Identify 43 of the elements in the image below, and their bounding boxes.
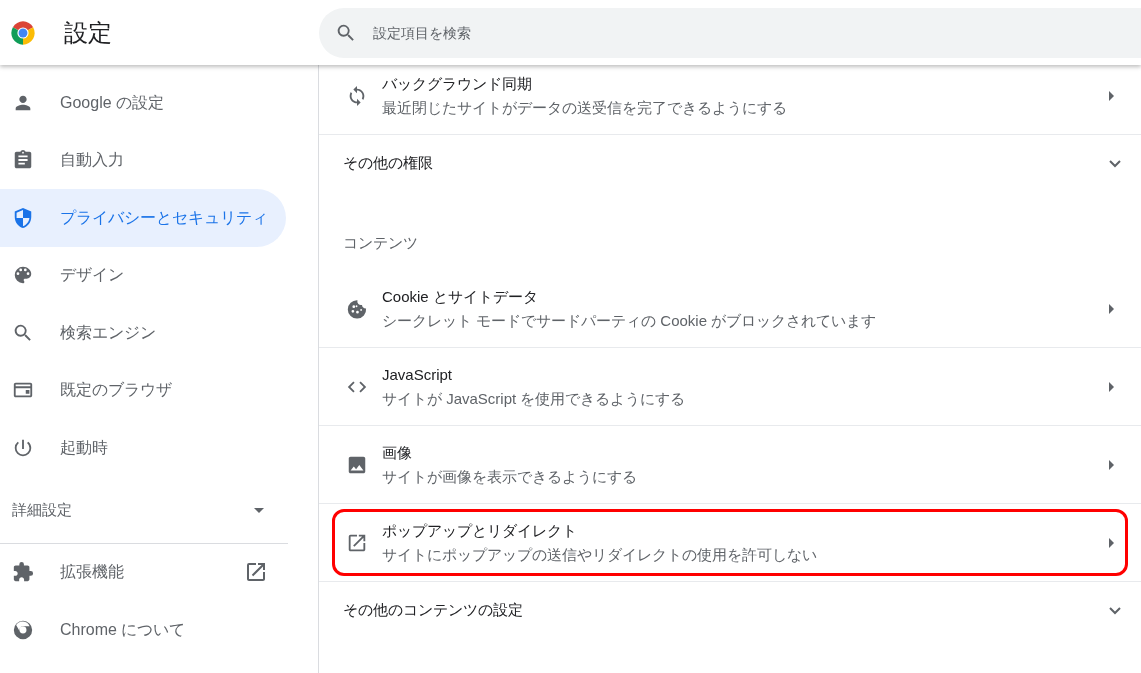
settings-row[interactable]: Cookie とサイトデータ シークレット モードでサードパーティの Cookie がブロックされています: [332, 275, 1128, 342]
chevron-right-icon: [1109, 537, 1115, 548]
caret-icon: [254, 508, 264, 513]
sidebar-item[interactable]: プライバシーとセキュリティ: [0, 189, 286, 247]
row-description: サイトにポップアップの送信やリダイレクトの使用を許可しない: [382, 544, 818, 565]
settings-row[interactable]: ポップアップとリダイレクト サイトにポップアップの送信やリダイレクトの使用を許可しない: [332, 509, 1128, 576]
row-title: バックグラウンド同期: [382, 73, 533, 94]
sidebar-item[interactable]: 既定のブラウザ: [0, 361, 286, 419]
chevron-right-icon: [1109, 303, 1115, 314]
expandable-row[interactable]: その他のコンテンツの設定: [319, 582, 1141, 639]
cookie-icon: [346, 297, 368, 320]
sidebar-item[interactable]: 起動時: [0, 419, 286, 477]
row-title: ポップアップとリダイレクト: [382, 520, 578, 541]
shield-icon: [12, 206, 34, 229]
page-title: 設定: [64, 17, 113, 48]
chrome-logo: [9, 18, 37, 47]
row-title: Cookie とサイトデータ: [382, 286, 539, 307]
settings-row[interactable]: 画像 サイトが画像を表示できるようにする: [332, 431, 1128, 498]
row-description: サイトが画像を表示できるようにする: [382, 466, 638, 487]
row-title: 画像: [382, 442, 413, 463]
row-description: シークレット モードでサードパーティの Cookie がブロックされています: [382, 310, 878, 331]
sidebar-item[interactable]: Google の設定: [0, 74, 286, 132]
sidebar-item[interactable]: 自動入力: [0, 131, 286, 189]
chevron-right-icon: [1109, 90, 1115, 101]
row-description: サイトが JavaScript を使用できるようにする: [382, 388, 687, 409]
settings-row[interactable]: JavaScript サイトが JavaScript を使用できるようにする: [332, 353, 1128, 420]
chrome-logo-icon: [12, 618, 34, 641]
sidebar-item[interactable]: Chrome について: [0, 601, 286, 659]
chevron-right-icon: [1109, 381, 1115, 392]
advanced-settings-toggle[interactable]: 詳細設定: [0, 486, 286, 535]
chevron-down-icon: [1109, 159, 1121, 168]
settings-row[interactable]: バックグラウンド同期 最近閉じたサイトがデータの送受信を完了できるようにする: [332, 65, 1128, 129]
row-title: JavaScript: [382, 364, 454, 385]
section-heading: コンテンツ: [343, 232, 418, 253]
sidebar-item[interactable]: 検索エンジン: [0, 304, 286, 362]
search-field[interactable]: 設定項目を検索: [319, 7, 1141, 58]
sidebar-item[interactable]: 拡張機能: [0, 543, 286, 601]
row-description: 最近閉じたサイトがデータの送受信を完了できるようにする: [382, 97, 788, 118]
puzzle-piece-icon: [12, 561, 34, 584]
chevron-down-icon: [1109, 606, 1121, 615]
expandable-row[interactable]: その他の権限: [319, 135, 1141, 192]
chevron-right-icon: [1109, 459, 1115, 470]
sidebar-item[interactable]: デザイン: [0, 246, 286, 304]
